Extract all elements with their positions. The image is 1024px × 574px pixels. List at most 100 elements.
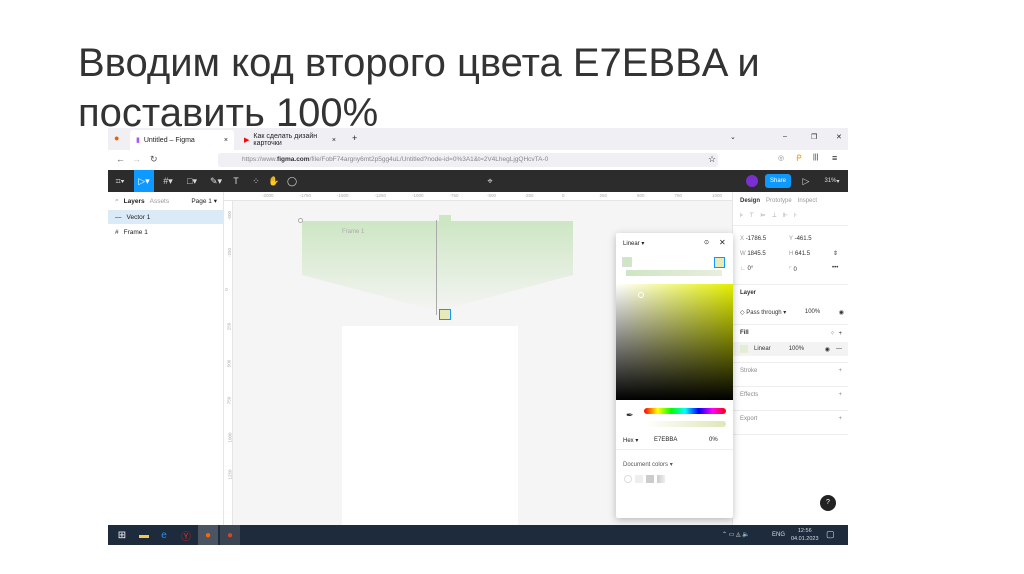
gradient-stop-start[interactable] [439, 215, 451, 226]
eye-icon[interactable]: ◉ [839, 309, 844, 316]
stop-swatch-start[interactable] [622, 257, 632, 267]
edge-icon[interactable]: e [154, 525, 174, 545]
comment-tool-icon[interactable]: ◯ [282, 170, 302, 192]
tab-youtube[interactable]: ▶ Как сделать дизайн карточки × [238, 130, 342, 150]
color-format-dropdown[interactable]: Hex ▾ [623, 437, 638, 444]
add-effect-icon[interactable]: + [838, 392, 842, 398]
powerpoint-icon[interactable]: ● [220, 525, 240, 545]
file-explorer-icon[interactable]: ▬ [134, 525, 154, 545]
eyedropper-icon[interactable]: ✒ [626, 410, 634, 421]
menu-icon[interactable]: ≡ [832, 153, 837, 163]
page-dropdown[interactable]: Page 1 ▾ [191, 197, 217, 205]
yandex-icon[interactable]: Ⓨ [176, 525, 196, 545]
layer-opacity[interactable]: 100% [805, 309, 820, 316]
hue-slider[interactable] [644, 408, 726, 414]
language-indicator[interactable]: ENG [772, 532, 785, 538]
share-button[interactable]: Share [765, 174, 791, 188]
fill-row[interactable]: Linear 100% ◉ — [733, 342, 848, 356]
move-tool-icon[interactable]: ▷▾ [134, 170, 154, 192]
color-cursor[interactable] [638, 292, 644, 298]
clock[interactable]: 12:56 04.01.2023 [791, 527, 819, 543]
text-tool-icon[interactable]: T [226, 170, 246, 192]
blend-dropdown[interactable]: ◇ Pass through ▾ [740, 309, 786, 316]
eye-icon[interactable]: ◉ [825, 346, 830, 353]
y-field[interactable]: Y -461.5 [789, 236, 812, 242]
bookmark-star-icon[interactable]: ☆ [708, 154, 716, 165]
pen-tool-icon[interactable]: ✎▾ [206, 170, 226, 192]
main-menu-icon[interactable]: ⌗▾ [110, 170, 130, 192]
opacity-slider[interactable] [644, 421, 726, 427]
tab-inspect[interactable]: Inspect [798, 198, 817, 204]
zoom-dropdown[interactable]: 31% ▾ [818, 170, 846, 192]
gradient-stop-end[interactable] [439, 309, 451, 320]
fill-swatch[interactable] [740, 345, 748, 353]
add-fill-icon[interactable]: + [838, 331, 842, 337]
tab-assets[interactable]: Assets [150, 198, 170, 205]
close-icon[interactable]: × [332, 137, 336, 144]
close-icon[interactable]: ✕ [719, 238, 726, 247]
help-button[interactable]: ? [820, 495, 836, 511]
hand-tool-icon[interactable]: ✋ [264, 170, 284, 192]
frame-1[interactable] [342, 326, 518, 536]
shape-tool-icon[interactable]: □▾ [182, 170, 202, 192]
pocket-icon[interactable]: ◎ [778, 154, 784, 162]
rotation-field[interactable]: ∟ 0° [740, 266, 753, 272]
resources-icon[interactable]: ⁘ [246, 170, 266, 192]
frame-tool-icon[interactable]: #▾ [158, 170, 178, 192]
stop-swatch-end[interactable] [714, 257, 725, 268]
more-icon[interactable]: ••• [832, 265, 838, 271]
radius-field[interactable]: ⌜ 0 [789, 266, 797, 273]
windows-start-icon[interactable]: ⊞ [112, 525, 132, 545]
swatch[interactable] [624, 475, 632, 483]
align-icons[interactable]: ⊧⊤⊨⊥⊩⊦ [740, 212, 803, 219]
opacity-input[interactable]: 0% [709, 437, 718, 443]
close-window-icon[interactable]: ✕ [836, 133, 842, 141]
w-field[interactable]: W 1845.5 [740, 251, 766, 257]
forward-icon[interactable]: → [132, 154, 141, 164]
maximize-icon[interactable]: ❐ [811, 133, 817, 141]
canvas[interactable]: -2000 -1750 -1500 -1250 -1000 -750 -500 -250 0 25… [224, 192, 733, 536]
layer-name: Vector 1 [126, 213, 151, 221]
search-icon[interactable]: ⌕ [115, 197, 119, 205]
library-icon[interactable]: ||| [813, 154, 818, 161]
constrain-proportions-icon[interactable]: ⇕ [833, 250, 838, 257]
layer-vector-1[interactable]: — Vector 1 [108, 210, 224, 224]
reload-icon[interactable]: ↻ [150, 154, 158, 165]
tab-design[interactable]: Design [740, 198, 760, 204]
swatch[interactable] [657, 475, 665, 483]
gradient-bar[interactable] [626, 270, 722, 276]
remove-fill-icon[interactable]: — [836, 346, 842, 352]
component-icon[interactable]: ⌖ [480, 170, 500, 192]
saturation-area[interactable] [616, 284, 733, 400]
back-icon[interactable]: ← [116, 154, 125, 164]
new-tab-icon[interactable]: + [352, 133, 357, 143]
avatar[interactable] [746, 175, 758, 187]
swatch[interactable] [635, 475, 643, 483]
present-icon[interactable]: ▷ [796, 170, 816, 192]
close-icon[interactable]: × [224, 137, 228, 144]
x-field[interactable]: X -1786.5 [740, 236, 766, 242]
minimize-icon[interactable]: – [783, 133, 787, 140]
chevron-down-icon[interactable]: ⌄ [730, 133, 736, 141]
tab-layers[interactable]: Layers [124, 198, 145, 205]
document-colors-dropdown[interactable]: Document colors ▾ [623, 461, 673, 468]
add-stroke-icon[interactable]: + [838, 368, 842, 374]
notifications-icon[interactable]: ▢ [826, 529, 835, 540]
url-input[interactable]: https://www.figma.com/file/FobF74argny6m… [218, 153, 718, 167]
fill-type-dropdown[interactable]: Linear ▾ [623, 240, 644, 247]
tray-icons[interactable]: ⌃ ▭ ◬ 🔈 [722, 531, 750, 538]
gradient-handle[interactable] [298, 218, 303, 223]
h-field[interactable]: H 641.5 [789, 251, 810, 257]
tab-prototype[interactable]: Prototype [766, 198, 792, 204]
extension-icon[interactable]: ᑭ [796, 153, 802, 164]
fill-opacity[interactable]: 100% [789, 346, 804, 352]
layer-frame-1[interactable]: # Frame 1 [108, 225, 224, 239]
swatch[interactable] [646, 475, 654, 483]
style-icon[interactable]: ⊙ [704, 239, 709, 246]
styles-icon[interactable]: ⁘ [830, 331, 835, 337]
x-label: X [740, 236, 745, 242]
add-export-icon[interactable]: + [838, 416, 842, 422]
hex-input[interactable]: E7EBBA [654, 437, 677, 443]
firefox-taskbar-icon[interactable]: ● [198, 525, 218, 545]
tab-figma[interactable]: ▮ Untitled – Figma × [130, 130, 234, 150]
